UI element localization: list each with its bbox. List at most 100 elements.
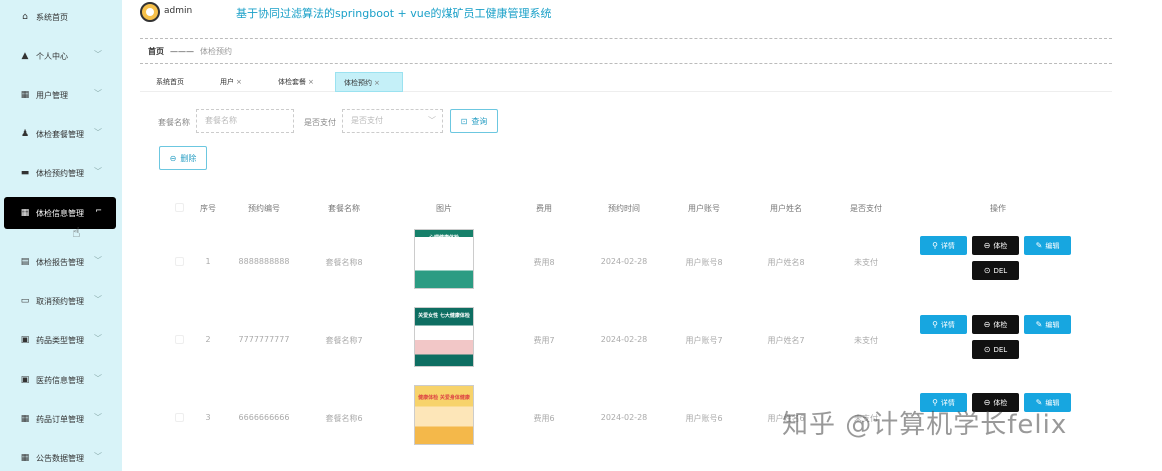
delete-button[interactable]: ⊖ 删除 <box>159 146 207 170</box>
close-icon[interactable]: × <box>374 79 380 87</box>
sidebar-item-label: 体检预约管理 <box>36 168 84 178</box>
chevron-down-icon: ﹀ <box>94 256 102 265</box>
sidebar-item-label: 个人中心 <box>36 51 68 61</box>
sidebar-item-label: 体检套餐管理 <box>36 129 84 139</box>
sidebar-item-label: 取消预约管理 <box>36 296 84 306</box>
thumb-caption: 心理健康体检 <box>428 235 459 241</box>
calendar-icon: ▣ <box>20 375 30 385</box>
del-button[interactable]: ⊙ DEL <box>972 340 1019 359</box>
sidebar-item-packages[interactable]: ♟ 体检套餐管理 ﹀ <box>4 118 116 150</box>
sidebar-item-label: 公告数据管理 <box>36 453 84 463</box>
chevron-down-icon: ﹀ <box>94 452 102 461</box>
chevron-down-icon: ﹀ <box>94 334 102 343</box>
briefcase-icon: ▬ <box>20 168 30 178</box>
button-label: 编辑 <box>1045 320 1060 329</box>
breadcrumb-current: 体检预约 <box>200 46 232 56</box>
search-icon: ⊡ <box>460 116 468 126</box>
cell-package: 套餐名称6 <box>325 414 363 423</box>
cell-time: 2024-02-28 <box>600 335 648 344</box>
close-icon[interactable]: × <box>308 78 314 86</box>
sidebar-item-announcements[interactable]: ▦ 公告数据管理 ﹀ <box>4 442 116 471</box>
select-all-checkbox[interactable] <box>175 203 184 212</box>
exam-button[interactable]: ⊖ 体检 <box>972 236 1019 255</box>
row-checkbox[interactable] <box>175 413 184 422</box>
row-checkbox[interactable] <box>175 335 184 344</box>
chevron-down-icon: ﹀ <box>94 128 102 137</box>
monitor-icon: ▭ <box>20 296 30 306</box>
watermark: 知乎 @计算机学长felix <box>782 410 1068 440</box>
sidebar-item-profile[interactable]: ▲ 个人中心 ﹀ <box>4 40 116 72</box>
detail-button[interactable]: ⚲ 详情 <box>920 315 967 334</box>
delete-button-label: 删除 <box>180 153 197 163</box>
edit-button[interactable]: ✎ 编辑 <box>1024 315 1071 334</box>
sidebar-item-medicine-info[interactable]: ▣ 医药信息管理 ﹀ <box>4 364 116 396</box>
package-image[interactable]: 健康体检 关爱身体健康 <box>414 385 474 445</box>
col-image: 图片 <box>436 204 452 213</box>
chevron-down-icon: ﹀ <box>428 116 436 125</box>
button-label: 编辑 <box>1045 241 1060 250</box>
cell-time: 2024-02-28 <box>600 413 648 422</box>
minus-circle-icon: ⊖ <box>983 320 991 329</box>
target-icon: ⊙ <box>983 345 991 354</box>
breadcrumb-home[interactable]: 首页 <box>148 46 164 57</box>
col-index: 序号 <box>200 204 216 213</box>
cell-name: 用户姓名7 <box>767 336 805 345</box>
cell-index: 2 <box>205 335 211 344</box>
pencil-icon: ✎ <box>1035 241 1043 250</box>
cell-account: 用户账号6 <box>685 414 723 423</box>
tab-users[interactable]: 用户 × <box>212 72 250 92</box>
col-name: 用户姓名 <box>770 204 802 213</box>
query-button[interactable]: ⊡ 查询 <box>450 109 498 133</box>
col-account: 用户账号 <box>688 204 720 213</box>
sidebar-item-drug-types[interactable]: ▣ 药品类型管理 ﹀ <box>4 324 116 356</box>
cell-fee: 费用8 <box>533 258 555 267</box>
col-fee: 费用 <box>536 204 552 213</box>
row-checkbox[interactable] <box>175 257 184 266</box>
tab-label: 体检预约 <box>344 79 372 87</box>
tab-packages[interactable]: 体检套餐 × <box>270 72 322 92</box>
package-name-input[interactable]: 套餐名称 <box>196 109 294 133</box>
cell-index: 3 <box>205 413 211 422</box>
col-paid: 是否支付 <box>850 204 882 213</box>
sidebar-item-exam-info[interactable]: ▦ 体检信息管理 ⌐ <box>4 197 116 229</box>
package-image[interactable]: 心理健康体检 <box>414 229 474 289</box>
col-time: 预约时间 <box>608 204 640 213</box>
detail-button[interactable]: ⚲ 详情 <box>920 236 967 255</box>
sidebar-item-cancellations[interactable]: ▭ 取消预约管理 ﹀ <box>4 285 116 317</box>
tab-home[interactable]: 系统首页 <box>148 72 192 92</box>
sidebar-item-users[interactable]: ▦ 用户管理 ﹀ <box>4 79 116 111</box>
cell-package: 套餐名称8 <box>325 258 363 267</box>
paid-status-select[interactable]: 是否支付 ﹀ <box>342 109 443 133</box>
sidebar-item-label: 药品订单管理 <box>36 414 84 424</box>
button-label: 详情 <box>940 241 955 250</box>
pencil-icon: ✎ <box>1035 320 1043 329</box>
exam-button[interactable]: ⊖ 体检 <box>972 315 1019 334</box>
chevron-down-icon: ⌐ <box>95 206 102 215</box>
cell-booking-no: 7777777777 <box>238 335 290 344</box>
cell-account: 用户账号7 <box>685 336 723 345</box>
paid-status-label: 是否支付 <box>304 118 336 127</box>
package-name-label: 套餐名称 <box>158 118 190 127</box>
query-button-label: 查询 <box>471 116 488 126</box>
package-image[interactable]: 关爱女性 七大健康体检 <box>414 307 474 367</box>
sidebar-item-label: 药品类型管理 <box>36 335 84 345</box>
search-icon: ⚲ <box>932 241 938 250</box>
button-label: 体检 <box>993 320 1008 329</box>
close-icon[interactable]: × <box>236 78 242 86</box>
tab-bookings[interactable]: 体检预约 × <box>335 72 403 92</box>
system-title: 基于协同过滤算法的springboot + vue的煤矿员工健康管理系统 <box>236 7 552 20</box>
person-icon: ♟ <box>20 129 30 139</box>
sidebar-item-home[interactable]: ⌂ 系统首页 <box>4 1 116 33</box>
del-button[interactable]: ⊙ DEL <box>972 261 1019 280</box>
col-booking-no: 预约编号 <box>248 204 280 213</box>
edit-button[interactable]: ✎ 编辑 <box>1024 236 1071 255</box>
sidebar-item-bookings[interactable]: ▬ 体检预约管理 ﹀ <box>4 157 116 189</box>
top-bar: admin 基于协同过滤算法的springboot + vue的煤矿员工健康管理… <box>122 0 1162 30</box>
cell-index: 1 <box>205 257 211 266</box>
user-icon: ▲ <box>21 51 29 61</box>
tab-label: 用户 <box>220 78 234 86</box>
avatar[interactable] <box>140 2 160 22</box>
sidebar-item-reports[interactable]: ▤ 体检报告管理 ﹀ <box>4 246 116 278</box>
grid-icon: ▦ <box>20 90 30 100</box>
sidebar-item-drug-orders[interactable]: ▦ 药品订单管理 ﹀ <box>4 403 116 435</box>
